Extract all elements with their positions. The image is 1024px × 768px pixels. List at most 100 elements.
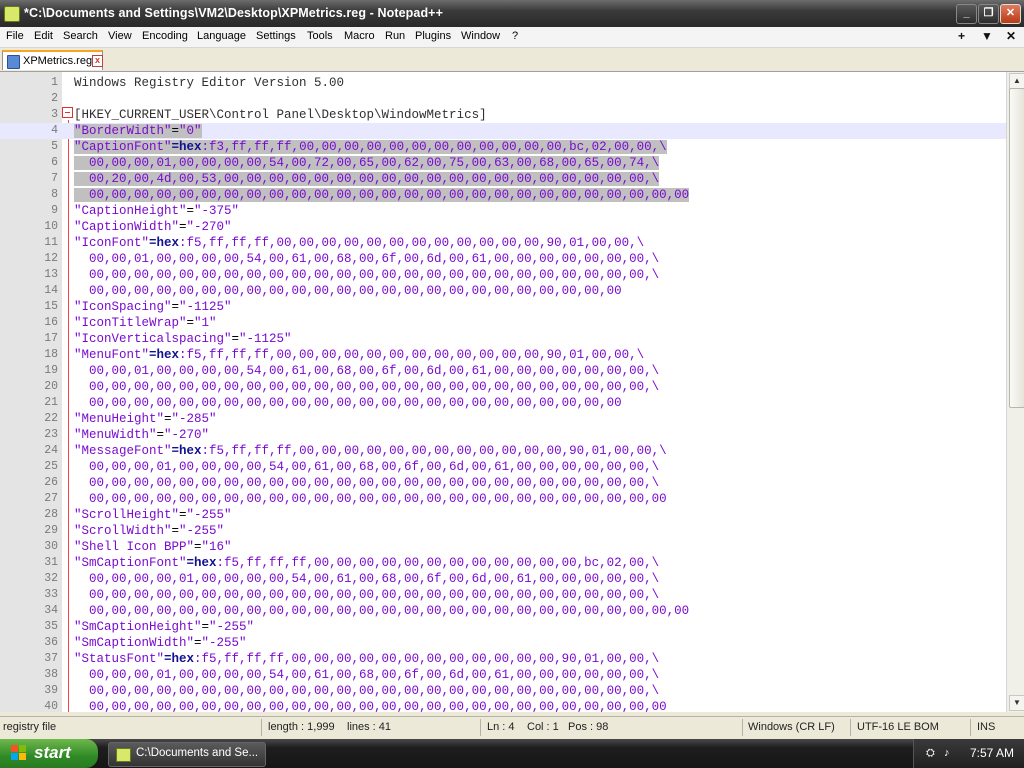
close-doc-icon[interactable]: ✕ — [1006, 29, 1016, 43]
line-number: 33 — [44, 588, 58, 601]
line-number: 1 — [51, 76, 58, 89]
code-line[interactable]: 18 "MenuFont"=hex:f5,ff,ff,ff,00,00,00,00… — [0, 347, 1006, 363]
code-line[interactable]: 28 "ScrollHeight"="-255" — [0, 507, 1006, 523]
status-col: Col : 1 — [527, 721, 559, 733]
code-line[interactable]: 8 00,00,00,00,00,00,00,00,00,00,00,00,00… — [0, 187, 1006, 203]
scroll-down-icon[interactable]: ▼ — [1009, 695, 1024, 711]
code-line[interactable]: 3 [HKEY_CURRENT_USER\Control Panel\Deskto… — [0, 107, 1006, 123]
code-line[interactable]: 15 "IconSpacing"="-1125" — [0, 299, 1006, 315]
line-number: 8 — [51, 188, 58, 201]
tab-xpmetrics[interactable]: XPMetrics.reg x — [2, 50, 103, 70]
line-text: "IconFont"=hex:f5,ff,ff,ff,00,00,00,00,0… — [74, 236, 645, 250]
minimize-button[interactable]: _ — [956, 4, 977, 24]
code-line[interactable]: 12 00,00,01,00,00,00,00,54,00,61,00,68,0… — [0, 251, 1006, 267]
clock: 7:57 AM — [970, 746, 1015, 760]
line-number: 23 — [44, 428, 58, 441]
code-line[interactable]: 30 "Shell Icon BPP"="16" — [0, 539, 1006, 555]
menu-edit[interactable]: Edit — [34, 30, 53, 42]
taskbar: start C:\Documents and Se... ⛭ ♪ 7:57 AM — [0, 739, 1024, 768]
line-number: 17 — [44, 332, 58, 345]
line-text: "MenuHeight"="-285" — [74, 412, 217, 426]
network-icon[interactable]: ⛭ — [926, 747, 939, 760]
menu-help[interactable]: ? — [512, 30, 518, 42]
code-line[interactable]: 40 00,00,00,00,00,00,00,00,00,00,00,00,0… — [0, 699, 1006, 712]
code-line[interactable]: 35 "SmCaptionHeight"="-255" — [0, 619, 1006, 635]
maximize-button[interactable]: ❐ — [978, 4, 999, 24]
status-pos: Pos : 98 — [568, 721, 609, 733]
code-line[interactable]: 14 00,00,00,00,00,00,00,00,00,00,00,00,0… — [0, 283, 1006, 299]
code-line[interactable]: 5 "CaptionFont"=hex:f3,ff,ff,ff,00,00,00,… — [0, 139, 1006, 155]
add-menu-icon[interactable]: + — [958, 29, 965, 43]
vertical-scrollbar[interactable]: ▲ ▼ — [1006, 72, 1024, 712]
menu-run[interactable]: Run — [385, 30, 405, 42]
menu-file[interactable]: File — [6, 30, 24, 42]
code-line[interactable]: 19 00,00,01,00,00,00,00,54,00,61,00,68,0… — [0, 363, 1006, 379]
window-title: *C:\Documents and Settings\VM2\Desktop\X… — [24, 6, 443, 20]
code-line[interactable]: 16 "IconTitleWrap"="1" — [0, 315, 1006, 331]
menu-window[interactable]: Window — [461, 30, 500, 42]
code-line[interactable]: 1 Windows Registry Editor Version 5.00 — [0, 75, 1006, 91]
code-line[interactable]: 38 00,00,00,01,00,00,00,00,54,00,61,00,6… — [0, 667, 1006, 683]
line-text: 00,00,00,00,00,00,00,00,00,00,00,00,00,0… — [74, 684, 660, 698]
code-line[interactable]: 37 "StatusFont"=hex:f5,ff,ff,ff,00,00,00,… — [0, 651, 1006, 667]
code-line[interactable]: 21 00,00,00,00,00,00,00,00,00,00,00,00,0… — [0, 395, 1006, 411]
menu-tools[interactable]: Tools — [307, 30, 333, 42]
close-button[interactable]: ✕ — [1000, 4, 1021, 24]
text-editor[interactable]: 1 Windows Registry Editor Version 5.00 2 3[… — [0, 72, 1006, 712]
code-line[interactable]: 34 00,00,00,00,00,00,00,00,00,00,00,00,0… — [0, 603, 1006, 619]
menu-language[interactable]: Language — [197, 30, 246, 42]
line-number: 19 — [44, 364, 58, 377]
code-line[interactable]: 17 "IconVerticalspacing"="-1125" — [0, 331, 1006, 347]
menu-macro[interactable]: Macro — [344, 30, 375, 42]
line-number: 35 — [44, 620, 58, 633]
line-number: 34 — [44, 604, 58, 617]
code-line[interactable]: 27 00,00,00,00,00,00,00,00,00,00,00,00,0… — [0, 491, 1006, 507]
code-line[interactable]: 25 00,00,00,01,00,00,00,00,54,00,61,00,6… — [0, 459, 1006, 475]
menu-search[interactable]: Search — [63, 30, 98, 42]
code-line[interactable]: 11 "IconFont"=hex:f5,ff,ff,ff,00,00,00,00… — [0, 235, 1006, 251]
code-line[interactable]: 24 "MessageFont"=hex:f5,ff,ff,ff,00,00,00… — [0, 443, 1006, 459]
code-line[interactable]: 4 "BorderWidth"="0" — [0, 123, 1006, 139]
status-encoding[interactable]: UTF-16 LE BOM — [857, 717, 939, 738]
code-line[interactable]: 23 "MenuWidth"="-270" — [0, 427, 1006, 443]
menu-view[interactable]: View — [108, 30, 132, 42]
code-line[interactable]: 26 00,00,00,00,00,00,00,00,00,00,00,00,0… — [0, 475, 1006, 491]
code-line[interactable]: 31 "SmCaptionFont"=hex:f5,ff,ff,ff,00,00,… — [0, 555, 1006, 571]
code-line[interactable]: 2 — [0, 91, 1006, 107]
code-line[interactable]: 29 "ScrollWidth"="-255" — [0, 523, 1006, 539]
line-text: "ScrollWidth"="-255" — [74, 524, 225, 538]
code-line[interactable]: 32 00,00,00,00,01,00,00,00,00,54,00,61,0… — [0, 571, 1006, 587]
status-bar: registry file length : 1,999 lines : 41 … — [0, 716, 1024, 739]
title-bar[interactable]: *C:\Documents and Settings\VM2\Desktop\X… — [0, 0, 1024, 27]
menu-plugins[interactable]: Plugins — [415, 30, 451, 42]
taskbar-notepadpp[interactable]: C:\Documents and Se... — [108, 742, 266, 767]
line-number: 32 — [44, 572, 58, 585]
start-button[interactable]: start — [0, 739, 98, 768]
code-line[interactable]: 22 "MenuHeight"="-285" — [0, 411, 1006, 427]
volume-icon[interactable]: ♪ — [944, 747, 957, 760]
line-number: 30 — [44, 540, 58, 553]
code-line[interactable]: 10 "CaptionWidth"="-270" — [0, 219, 1006, 235]
line-text: 00,00,00,01,00,00,00,00,54,00,72,00,65,0… — [74, 156, 660, 170]
code-line[interactable]: 39 00,00,00,00,00,00,00,00,00,00,00,00,0… — [0, 683, 1006, 699]
code-line[interactable]: 36 "SmCaptionWidth"="-255" — [0, 635, 1006, 651]
code-line[interactable]: 7 00,20,00,4d,00,53,00,00,00,00,00,00,00… — [0, 171, 1006, 187]
line-text: 00,00,00,00,00,00,00,00,00,00,00,00,00,0… — [74, 604, 690, 618]
notepadpp-icon — [4, 6, 20, 22]
code-line[interactable]: 33 00,00,00,00,00,00,00,00,00,00,00,00,0… — [0, 587, 1006, 603]
line-text: "CaptionWidth"="-270" — [74, 220, 232, 234]
scroll-thumb[interactable] — [1009, 88, 1024, 408]
menu-encoding[interactable]: Encoding — [142, 30, 188, 42]
scroll-up-icon[interactable]: ▲ — [1009, 73, 1024, 89]
line-number: 39 — [44, 684, 58, 697]
dropdown-menu-icon[interactable]: ▼ — [981, 29, 993, 43]
menu-settings[interactable]: Settings — [256, 30, 296, 42]
code-line[interactable]: 6 00,00,00,01,00,00,00,00,54,00,72,00,65… — [0, 155, 1006, 171]
tab-close-icon[interactable]: x — [92, 55, 103, 67]
status-eol[interactable]: Windows (CR LF) — [748, 717, 835, 738]
code-line[interactable]: 13 00,00,00,00,00,00,00,00,00,00,00,00,0… — [0, 267, 1006, 283]
line-text: 00,20,00,4d,00,53,00,00,00,00,00,00,00,0… — [74, 172, 660, 186]
code-line[interactable]: 20 00,00,00,00,00,00,00,00,00,00,00,00,0… — [0, 379, 1006, 395]
tab-bar: XPMetrics.reg x — [0, 48, 1024, 72]
code-line[interactable]: 9 "CaptionHeight"="-375" — [0, 203, 1006, 219]
